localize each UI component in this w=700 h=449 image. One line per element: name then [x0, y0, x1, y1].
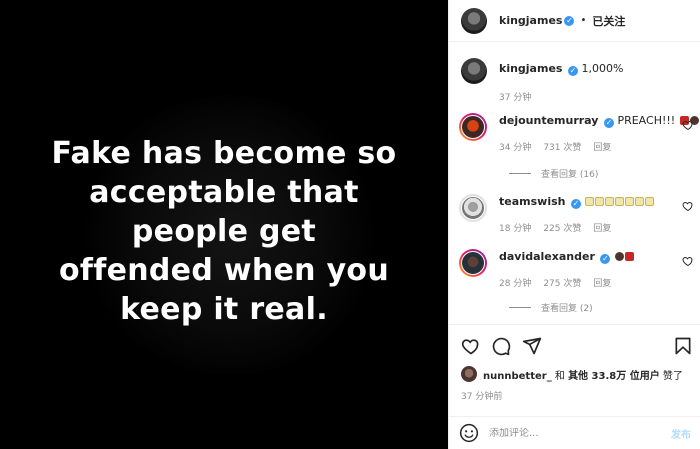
caption-username[interactable]: kingjames — [499, 62, 562, 75]
liker-username[interactable]: nunnbetter_ — [483, 371, 552, 382]
caption-text: 1,000% — [581, 62, 624, 75]
commenter-avatar[interactable] — [459, 113, 487, 141]
caption-time: 37 分钟 — [499, 93, 532, 103]
comment-text: PREACH!!! — [617, 114, 676, 127]
comment-like-count[interactable]: 731 次赞 — [543, 140, 581, 153]
comment-item: davidalexander ✓ 28 分钟 275 次赞 回复 — [459, 249, 694, 289]
bookmark-icon[interactable] — [673, 336, 693, 356]
comment-like-heart-icon[interactable] — [682, 255, 694, 267]
heart-icon[interactable] — [461, 336, 481, 356]
red-100-emoji — [624, 252, 634, 261]
verified-badge-icon: ✓ — [564, 15, 575, 26]
reply-button[interactable]: 回复 — [593, 276, 611, 289]
view-replies-button[interactable]: 查看回复 (2) — [509, 301, 593, 314]
post-action-bar — [449, 324, 700, 364]
caption-avatar[interactable] — [461, 58, 487, 84]
post-side-panel: kingjames ✓ • 已关注 kingjames ✓ 1,000% 37 … — [448, 0, 700, 449]
cake-emoji — [625, 197, 635, 206]
cake-emoji — [605, 197, 615, 206]
reply-button[interactable]: 回复 — [593, 140, 611, 153]
comment-time: 28 分钟 — [499, 279, 532, 289]
comment-like-heart-icon[interactable] — [682, 119, 694, 131]
likes-summary: nunnbetter_ 和 其他 33.8万 位用户 赞了 — [461, 366, 683, 382]
comment-like-heart-icon[interactable] — [682, 200, 694, 212]
comment-icon[interactable] — [491, 336, 511, 356]
verified-badge-icon: ✓ — [570, 199, 581, 209]
post-header: kingjames ✓ • 已关注 — [449, 0, 700, 42]
verified-badge-icon: ✓ — [603, 118, 614, 128]
view-replies-label: 查看回复 (2) — [541, 304, 593, 314]
reply-button[interactable]: 回复 — [593, 221, 611, 234]
quote-line: acceptable that — [89, 175, 359, 210]
comment-time: 18 分钟 — [499, 224, 532, 234]
comment-like-count[interactable]: 275 次赞 — [543, 276, 581, 289]
quote-line: Fake has become so — [51, 136, 397, 171]
replies-dash — [509, 307, 531, 308]
cake-emoji — [585, 197, 595, 206]
fist-emoji — [614, 252, 624, 261]
verified-badge-icon: ✓ — [600, 254, 611, 264]
author-avatar[interactable] — [461, 7, 487, 34]
liker-avatar[interactable] — [461, 366, 477, 382]
cake-emoji — [635, 197, 645, 206]
comment-time: 34 分钟 — [499, 143, 532, 153]
likes-suffix: 赞了 — [659, 370, 683, 382]
view-replies-label: 查看回复 (16) — [541, 170, 599, 180]
comment-username[interactable]: dejountemurray — [499, 114, 598, 127]
comment-composer: 发布 — [449, 416, 700, 449]
commenter-avatar[interactable] — [459, 194, 487, 222]
send-icon[interactable] — [522, 336, 542, 356]
quote-line: offended when you — [58, 253, 389, 288]
cake-emoji — [615, 197, 625, 206]
likes-connector: 和 — [551, 370, 569, 382]
comment-item: dejountemurray ✓ PREACH!!! 34 分钟 731 次赞 … — [459, 113, 699, 153]
likes-others-link[interactable]: 其他 33.8万 位用户 — [568, 371, 660, 382]
post-image: Fake has become so acceptable that peopl… — [0, 0, 448, 449]
comment-username[interactable]: teamswish — [499, 195, 565, 208]
replies-dash — [509, 173, 531, 174]
verified-badge-icon: ✓ — [567, 66, 578, 76]
cake-emoji — [595, 197, 605, 206]
comment-input[interactable] — [489, 427, 671, 439]
post-caption: kingjames ✓ 1,000% 37 分钟 — [461, 58, 623, 103]
post-comment-button[interactable]: 发布 — [671, 426, 691, 441]
author-username[interactable]: kingjames — [499, 14, 562, 27]
quote-line: keep it real. — [120, 292, 328, 327]
post-timestamp: 37 分钟前 — [461, 392, 503, 402]
header-separator: • — [580, 15, 587, 26]
follow-status-button[interactable]: 已关注 — [592, 13, 625, 29]
emoji-icon[interactable] — [459, 423, 479, 443]
cake-emoji — [645, 197, 655, 206]
instagram-post-view: Fake has become so acceptable that peopl… — [0, 0, 700, 449]
quote-line: people get — [131, 214, 317, 249]
comment-username[interactable]: davidalexander — [499, 250, 595, 263]
comment-item: teamswish ✓ 18 分钟 225 次赞 回复 — [459, 194, 694, 234]
quote-text: Fake has become so acceptable that peopl… — [52, 120, 397, 329]
view-replies-button[interactable]: 查看回复 (16) — [509, 167, 598, 180]
comment-like-count[interactable]: 225 次赞 — [543, 221, 581, 234]
commenter-avatar[interactable] — [459, 249, 487, 277]
